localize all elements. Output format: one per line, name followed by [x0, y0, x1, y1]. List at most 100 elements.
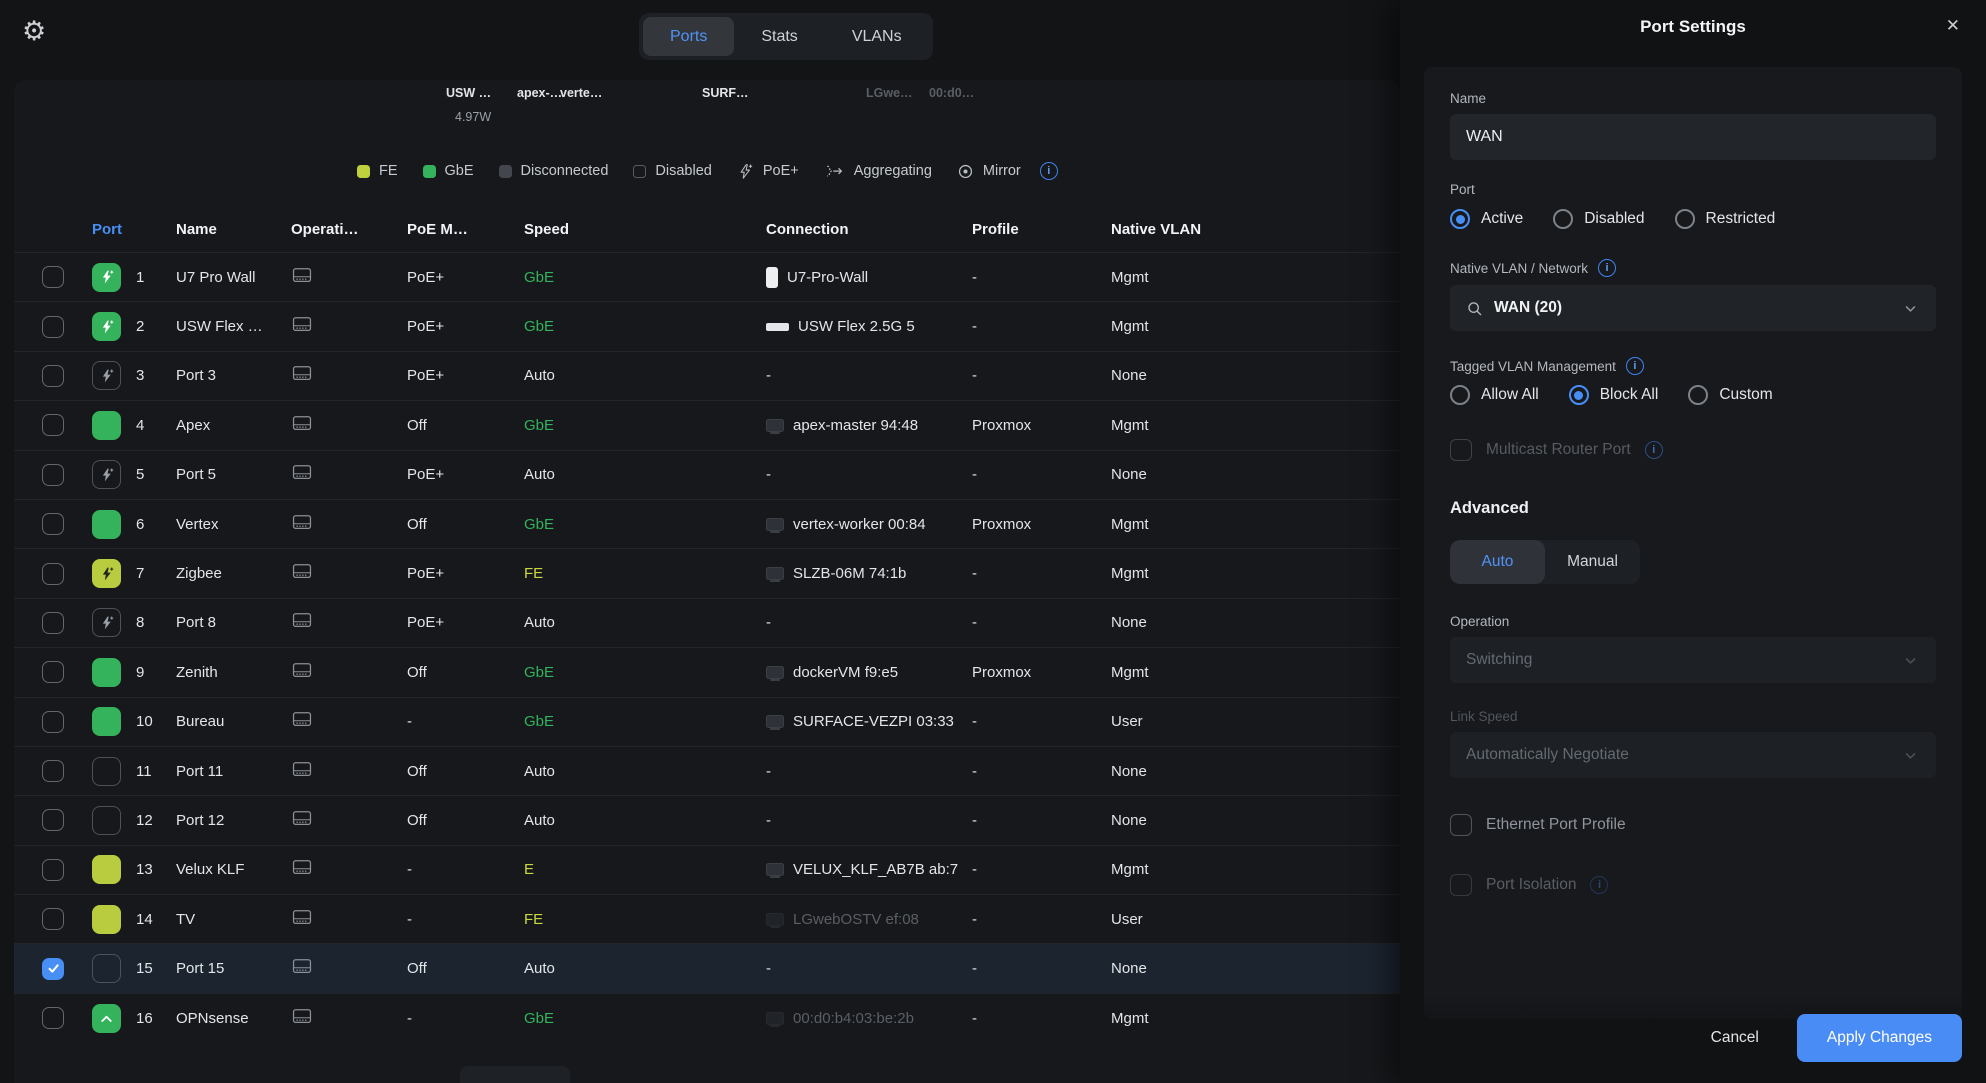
port-number: 1: [136, 269, 144, 286]
table-row-port-11[interactable]: 11Port 11 OffAuto--None: [14, 746, 1400, 795]
radio-dot: [1569, 385, 1589, 405]
info-icon[interactable]: i: [1040, 162, 1058, 180]
table-row-port-12[interactable]: 12Port 12 OffAuto--None: [14, 795, 1400, 844]
operation-select[interactable]: Switching: [1450, 637, 1936, 683]
switching-device-icon: [291, 809, 313, 828]
info-icon[interactable]: i: [1645, 441, 1663, 459]
advanced-heading: Advanced: [1450, 499, 1936, 518]
speed-cell: Auto: [524, 614, 766, 631]
row-checkbox[interactable]: [42, 316, 64, 338]
row-checkbox[interactable]: [42, 711, 64, 733]
tab-ports[interactable]: Ports: [643, 17, 734, 56]
segment-auto[interactable]: Auto: [1450, 540, 1545, 584]
ethernet-profile-checkbox-row[interactable]: Ethernet Port Profile: [1450, 814, 1936, 836]
cancel-button[interactable]: Cancel: [1711, 1029, 1759, 1047]
table-row-port-7[interactable]: 7Zigbee PoE+FESLZB-06M 74:1b-Mgmt: [14, 548, 1400, 597]
row-checkbox[interactable]: [42, 612, 64, 634]
row-checkbox[interactable]: [42, 760, 64, 782]
row-checkbox[interactable]: [42, 513, 64, 535]
info-icon[interactable]: i: [1590, 876, 1608, 894]
port-isolation-checkbox-row[interactable]: Port Isolation i: [1450, 874, 1936, 896]
table-row-port-8[interactable]: 8Port 8 PoE+Auto--None: [14, 598, 1400, 647]
row-checkbox[interactable]: [42, 958, 64, 980]
operation-cell: [291, 463, 407, 486]
port-number: 8: [136, 614, 144, 631]
segment-manual[interactable]: Manual: [1545, 540, 1640, 584]
port-status-icon: [92, 263, 121, 292]
radio-port-active[interactable]: Active: [1450, 209, 1523, 229]
tab-stats[interactable]: Stats: [734, 17, 824, 56]
ports-table: PortNameOperati…PoE M…SpeedConnectionPro…: [14, 206, 1400, 1042]
port-status-icon: [92, 954, 121, 983]
row-checkbox[interactable]: [42, 266, 64, 288]
row-checkbox[interactable]: [42, 563, 64, 585]
operation-label: Operation: [1450, 614, 1936, 629]
ethernet-profile-checkbox[interactable]: [1450, 814, 1472, 836]
close-icon[interactable]: ✕: [1946, 16, 1960, 36]
connection-cell: SURFACE-VEZPI 03:33: [766, 713, 972, 730]
radio-tagged-allow-all[interactable]: Allow All: [1450, 385, 1539, 405]
native-vlan-select[interactable]: WAN (20): [1450, 285, 1936, 331]
table-row-port-9[interactable]: 9Zenith OffGbEdockerVM f9:e5ProxmoxMgmt: [14, 647, 1400, 696]
table-row-port-4[interactable]: 4Apex OffGbEapex-master 94:48ProxmoxMgmt: [14, 400, 1400, 449]
link-speed-select[interactable]: Automatically Negotiate: [1450, 732, 1936, 778]
port-name: Port 15: [176, 960, 291, 977]
legend-item-gbe: GbE: [423, 163, 474, 179]
radio-port-restricted[interactable]: Restricted: [1675, 209, 1776, 229]
info-icon[interactable]: i: [1626, 357, 1644, 375]
table-row-port-14[interactable]: 14TV -FELGwebOSTV ef:08-User: [14, 894, 1400, 943]
aggregating-icon: [824, 164, 845, 179]
info-icon[interactable]: i: [1598, 259, 1616, 277]
poe-mode-cell: Off: [407, 960, 524, 977]
port-isolation-checkbox[interactable]: [1450, 874, 1472, 896]
table-row-port-16[interactable]: 16OPNsense -GbE00:d0:b4:03:be:2b-Mgmt: [14, 993, 1400, 1042]
table-row-port-6[interactable]: 6Vertex OffGbEvertex-worker 00:84Proxmox…: [14, 499, 1400, 548]
apply-changes-button[interactable]: Apply Changes: [1797, 1014, 1962, 1062]
row-checkbox[interactable]: [42, 414, 64, 436]
legend-item-disabled: Disabled: [633, 163, 711, 179]
row-checkbox[interactable]: [42, 365, 64, 387]
multicast-router-checkbox-row[interactable]: Multicast Router Port i: [1450, 439, 1936, 461]
table-row-port-3[interactable]: 3Port 3 PoE+Auto--None: [14, 351, 1400, 400]
table-row-port-1[interactable]: 1U7 Pro Wall PoE+GbEU7-Pro-Wall-Mgmt: [14, 252, 1400, 301]
profile-cell: -: [972, 318, 1111, 335]
port-number: 6: [136, 516, 144, 533]
connection-cell: -: [766, 466, 972, 483]
table-row-port-13[interactable]: 13Velux KLF -EVELUX_KLF_AB7B ab:7-Mgmt: [14, 845, 1400, 894]
row-checkbox[interactable]: [42, 464, 64, 486]
port-name: Port 12: [176, 812, 291, 829]
multicast-checkbox[interactable]: [1450, 439, 1472, 461]
radio-port-disabled[interactable]: Disabled: [1553, 209, 1644, 229]
operation-cell: [291, 414, 407, 437]
row-checkbox[interactable]: [42, 908, 64, 930]
settings-gear-icon[interactable]: ⚙: [22, 16, 46, 47]
native-vlan-label: Native VLAN / Network: [1450, 261, 1588, 276]
native-vlan-cell: User: [1111, 911, 1400, 928]
port-map-labels: USW …apex-…verte…SURF…LGwe…00:d0…: [14, 86, 1400, 104]
table-row-port-15[interactable]: 15Port 15 OffAuto--None: [14, 943, 1400, 992]
operation-cell: [291, 513, 407, 536]
connection-cell: apex-master 94:48: [766, 417, 972, 434]
host-device-icon: [766, 666, 784, 679]
radio-dot: [1450, 385, 1470, 405]
operation-cell: [291, 611, 407, 634]
column-header-connection: Connection: [766, 221, 972, 238]
name-input[interactable]: [1450, 114, 1936, 160]
tab-vlans[interactable]: VLANs: [825, 17, 929, 56]
link-speed-value: Automatically Negotiate: [1466, 746, 1629, 764]
row-checkbox[interactable]: [42, 859, 64, 881]
row-checkbox[interactable]: [42, 661, 64, 683]
table-row-port-2[interactable]: 2USW Flex … PoE+GbEUSW Flex 2.5G 5-Mgmt: [14, 301, 1400, 350]
tab-bar: PortsStatsVLANs: [639, 13, 933, 60]
pagination-chip[interactable]: [460, 1066, 570, 1083]
chevron-down-icon: [1901, 299, 1920, 318]
table-row-port-5[interactable]: 5Port 5 PoE+Auto--None: [14, 450, 1400, 499]
row-checkbox[interactable]: [42, 809, 64, 831]
radio-tagged-custom[interactable]: Custom: [1688, 385, 1772, 405]
table-row-port-10[interactable]: 10Bureau -GbESURFACE-VEZPI 03:33-User: [14, 697, 1400, 746]
row-checkbox[interactable]: [42, 1007, 64, 1029]
operation-cell: [291, 957, 407, 980]
column-header-port[interactable]: Port: [92, 221, 176, 238]
radio-tagged-block-all[interactable]: Block All: [1569, 385, 1659, 405]
connection-cell: -: [766, 367, 972, 384]
